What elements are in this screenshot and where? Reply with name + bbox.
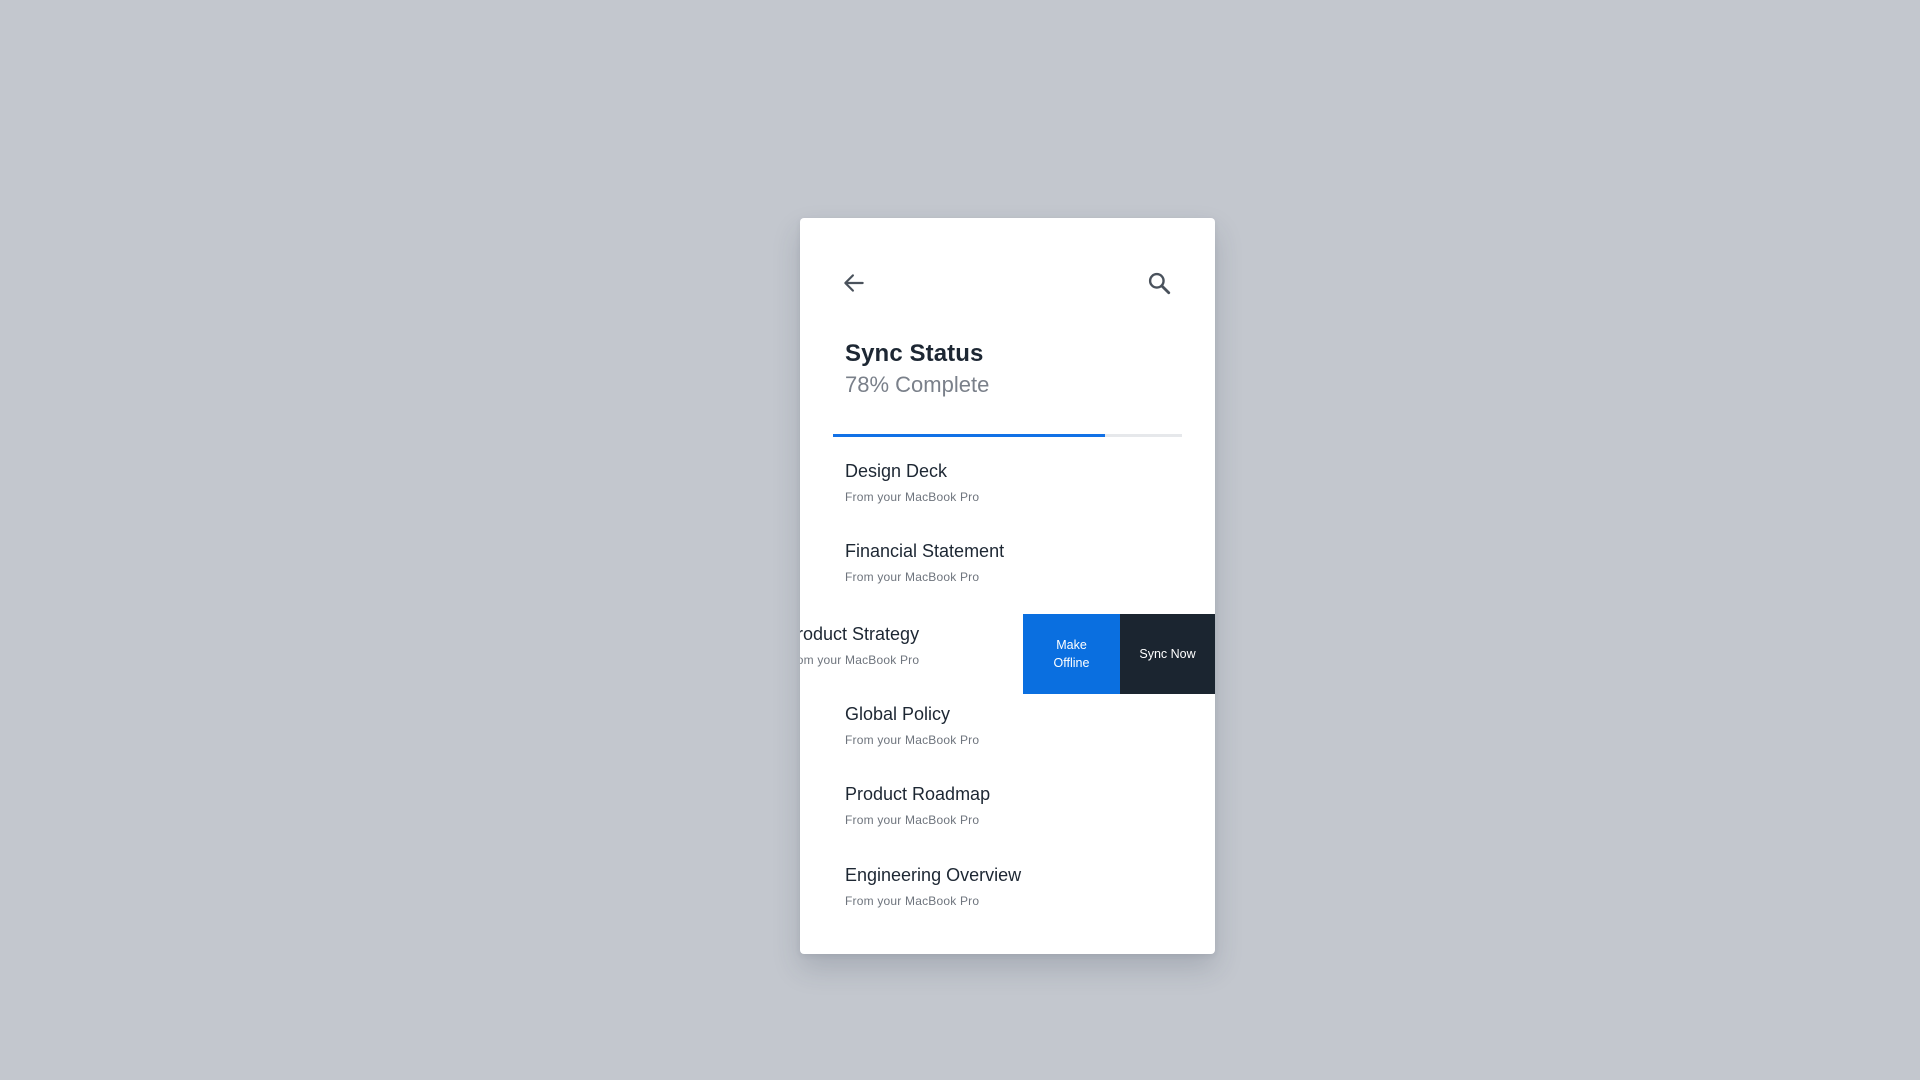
sync-now-label: Sync Now	[1139, 647, 1196, 661]
search-button[interactable]	[1139, 263, 1179, 303]
file-name: Product Strategy	[800, 624, 920, 644]
back-button[interactable]	[834, 263, 874, 303]
file-source: From your MacBook Pro	[845, 894, 980, 908]
file-name: Engineering Overview	[845, 865, 1022, 885]
make-offline-button[interactable]: Make Offline	[1023, 614, 1120, 694]
sync-status-card: Sync Status 78% Complete Design Deck Fro…	[800, 218, 1215, 954]
file-name: Global Policy	[845, 704, 951, 724]
arrow-left-icon	[844, 274, 864, 292]
file-row[interactable]: Product Roadmap From your MacBook Pro	[800, 774, 1215, 854]
file-row[interactable]: Financial Statement From your MacBook Pr…	[800, 531, 1215, 611]
file-row-swiped[interactable]: Product Strategy From your MacBook Pro M…	[800, 614, 1215, 694]
page-title: Sync Status	[845, 340, 984, 367]
file-row[interactable]: Engineering Overview From your MacBook P…	[800, 855, 1215, 935]
sync-percentage: 78% Complete	[845, 372, 990, 397]
sync-progress-bar	[833, 434, 1182, 437]
sync-now-button[interactable]: Sync Now	[1120, 614, 1215, 694]
make-offline-label: Make Offline	[1053, 638, 1090, 670]
file-name: Financial Statement	[845, 541, 1005, 561]
file-row[interactable]: Global Policy From your MacBook Pro	[800, 694, 1215, 774]
file-name: Product Roadmap	[845, 784, 991, 804]
file-source: From your MacBook Pro	[845, 813, 980, 827]
file-source: From your MacBook Pro	[800, 653, 920, 667]
file-source: From your MacBook Pro	[845, 490, 980, 504]
file-row[interactable]: Design Deck From your MacBook Pro	[800, 451, 1215, 531]
search-icon	[1148, 272, 1171, 295]
file-source: From your MacBook Pro	[845, 570, 980, 584]
sync-progress-fill	[833, 434, 1106, 437]
file-name: Design Deck	[845, 461, 948, 481]
file-source: From your MacBook Pro	[845, 733, 980, 747]
